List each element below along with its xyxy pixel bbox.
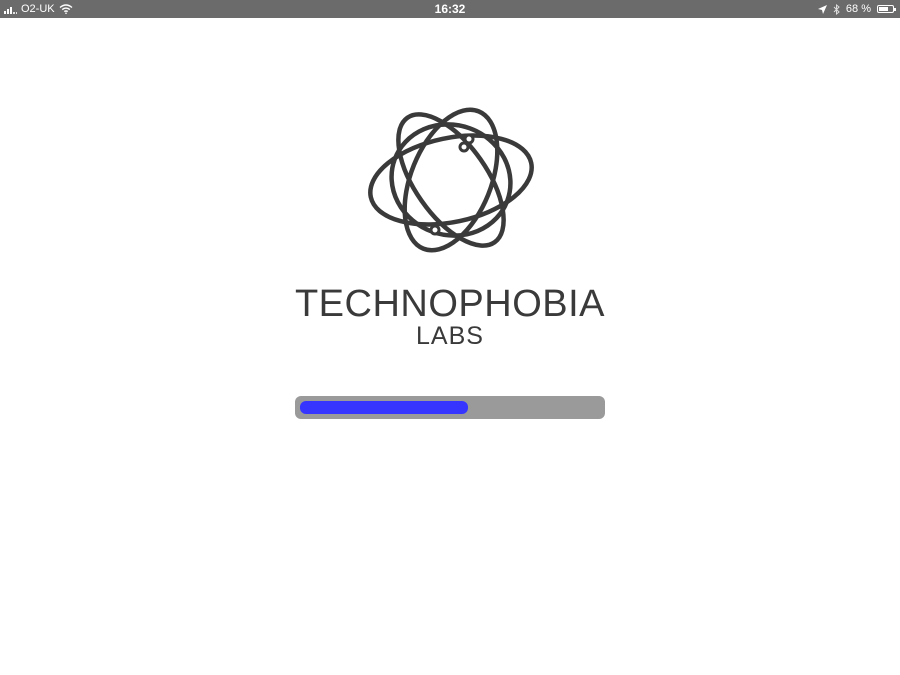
loading-progress-fill	[300, 401, 468, 414]
battery-fill	[879, 7, 888, 11]
bluetooth-icon	[833, 3, 840, 15]
status-right: 68 %	[817, 0, 896, 18]
battery-percent: 68 %	[845, 3, 871, 15]
battery-icon	[877, 5, 896, 13]
loading-progress-bar	[295, 396, 605, 419]
status-time: 16:32	[434, 2, 466, 16]
atom-orbit-logo	[368, 107, 534, 253]
brand-name: TECHNOPHOBIA	[294, 283, 606, 325]
location-arrow-icon	[817, 4, 827, 14]
brand-subtitle: LABS	[416, 322, 484, 350]
status-bar: O2-UK 16:32 68 %	[0, 0, 900, 18]
